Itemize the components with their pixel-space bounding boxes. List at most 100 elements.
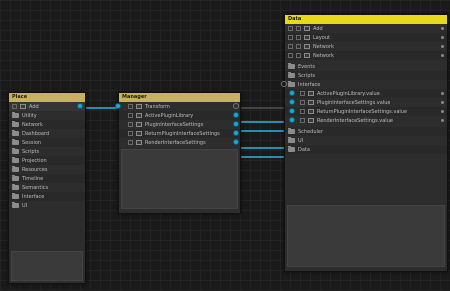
list-item-label: Session — [22, 139, 42, 146]
input-pin[interactable] — [115, 103, 121, 109]
list-item[interactable]: PluginInterfaceSettings.value — [285, 98, 447, 107]
list-item[interactable]: Interface — [281, 80, 447, 89]
list-item[interactable]: Layout — [285, 33, 447, 42]
checkbox[interactable] — [128, 131, 133, 136]
checkbox[interactable] — [288, 26, 293, 31]
node-place[interactable]: Place Add Utility Network Dashboard Sess… — [8, 92, 86, 284]
list-item[interactable]: Session — [9, 138, 85, 147]
option-dot-icon[interactable] — [441, 110, 444, 113]
node-footer-area — [121, 149, 238, 209]
list-item[interactable]: Events — [285, 62, 447, 71]
node-footer-area — [11, 251, 83, 281]
list-item[interactable]: Interface — [9, 192, 85, 201]
list-item[interactable]: Semantics — [9, 183, 85, 192]
list-item-label: ReturnPluginInterfaceSettings — [145, 130, 220, 137]
list-item-label: RenderInterfaceSettings — [145, 139, 206, 146]
list-item[interactable]: Scheduler — [285, 127, 447, 136]
list-item[interactable]: Add — [9, 102, 85, 111]
list-item[interactable]: ReturnPluginInterfaceSettings.value — [285, 107, 447, 116]
folder-icon — [12, 139, 19, 145]
checkbox[interactable] — [288, 35, 293, 40]
checkbox[interactable] — [300, 109, 305, 114]
list-item-label: ActivePluginLibrary.value — [317, 90, 380, 97]
list-item[interactable]: Utility — [9, 111, 85, 120]
list-item-label: Projection — [22, 157, 47, 164]
option-dot-icon[interactable] — [441, 119, 444, 122]
list-item-label: Scripts — [298, 72, 316, 79]
output-pin[interactable] — [233, 139, 239, 145]
node-icon — [304, 26, 310, 31]
checkbox[interactable] — [128, 113, 133, 118]
folder-icon — [12, 130, 19, 136]
checkbox[interactable] — [300, 100, 305, 105]
list-item[interactable]: Data — [285, 145, 447, 154]
list-item[interactable]: RenderInterfaceSettings — [119, 138, 240, 147]
list-item-label: Transform — [145, 103, 170, 110]
list-item-label: Network — [313, 43, 334, 50]
option-dot-icon[interactable] — [441, 101, 444, 104]
list-item[interactable]: ActivePluginLibrary — [119, 111, 240, 120]
checkbox[interactable] — [300, 118, 305, 123]
list-item-label: Events — [298, 63, 315, 70]
input-pin[interactable] — [289, 108, 295, 114]
checkbox[interactable] — [296, 44, 301, 49]
list-item[interactable]: Timeline — [9, 174, 85, 183]
input-pin[interactable] — [289, 90, 295, 96]
input-pin[interactable] — [289, 99, 295, 105]
option-dot-icon[interactable] — [441, 54, 444, 57]
checkbox[interactable] — [128, 122, 133, 127]
output-pin[interactable] — [77, 103, 83, 109]
option-dot-icon[interactable] — [441, 36, 444, 39]
list-item[interactable]: PluginInterfaceSettings — [119, 120, 240, 129]
list-item-label: Layout — [313, 34, 330, 41]
node-icon — [304, 44, 310, 49]
option-dot-icon[interactable] — [441, 92, 444, 95]
list-item[interactable]: Network — [9, 120, 85, 129]
checkbox[interactable] — [300, 91, 305, 96]
checkbox[interactable] — [128, 140, 133, 145]
list-item[interactable]: Scripts — [285, 71, 447, 80]
checkbox[interactable] — [288, 53, 293, 58]
node-manager-header[interactable]: Manager — [119, 93, 240, 102]
input-pin[interactable] — [289, 117, 295, 123]
list-item-label: Add — [29, 103, 39, 110]
input-pin[interactable] — [281, 81, 287, 87]
folder-icon — [288, 128, 295, 134]
output-pin[interactable] — [233, 112, 239, 118]
node-data[interactable]: Data Add Layout Network Network Events S… — [281, 14, 448, 272]
checkbox[interactable] — [296, 53, 301, 58]
list-item-label: UI — [22, 202, 28, 209]
folder-icon — [12, 166, 19, 172]
list-item[interactable]: UI — [9, 201, 85, 210]
list-item[interactable]: ActivePluginLibrary.value — [285, 89, 447, 98]
option-dot-icon[interactable] — [441, 45, 444, 48]
output-pin[interactable] — [233, 103, 239, 109]
node-manager[interactable]: Manager Transform ActivePluginLibrary Pl… — [115, 92, 241, 214]
checkbox[interactable] — [288, 44, 293, 49]
list-item[interactable]: UI — [285, 136, 447, 145]
list-item[interactable]: Dashboard — [9, 129, 85, 138]
list-item[interactable]: RenderInterfaceSettings.value — [285, 116, 447, 125]
output-pin[interactable] — [233, 130, 239, 136]
node-data-header[interactable]: Data — [285, 15, 447, 24]
list-item[interactable]: Projection — [9, 156, 85, 165]
folder-icon — [12, 202, 19, 208]
list-item-label: Interface — [298, 81, 321, 88]
list-item[interactable]: Scripts — [9, 147, 85, 156]
node-icon — [308, 109, 314, 114]
list-item[interactable]: Network — [285, 42, 447, 51]
output-pin[interactable] — [233, 121, 239, 127]
list-item[interactable]: ReturnPluginInterfaceSettings — [119, 129, 240, 138]
checkbox[interactable] — [12, 104, 17, 109]
checkbox[interactable] — [296, 26, 301, 31]
node-place-header[interactable]: Place — [9, 93, 85, 102]
folder-icon — [288, 146, 295, 152]
list-item[interactable]: Add — [285, 24, 447, 33]
checkbox[interactable] — [296, 35, 301, 40]
list-item[interactable]: Transform — [115, 102, 240, 111]
checkbox[interactable] — [128, 104, 133, 109]
list-item[interactable]: Resources — [9, 165, 85, 174]
list-item-label: RenderInterfaceSettings.value — [317, 117, 393, 124]
list-item[interactable]: Network — [285, 51, 447, 60]
option-dot-icon[interactable] — [441, 27, 444, 30]
